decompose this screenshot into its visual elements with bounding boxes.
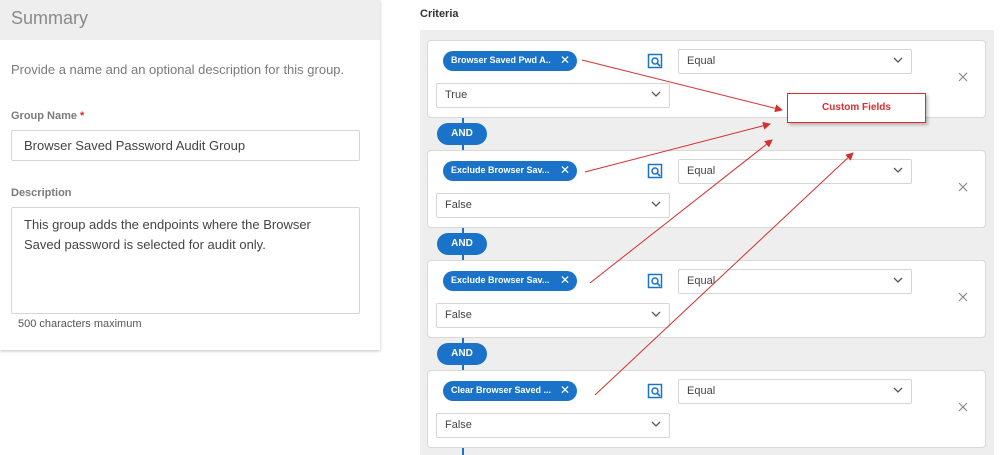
remove-row-icon[interactable] <box>957 71 969 83</box>
and-button[interactable]: AND <box>437 233 487 255</box>
page: Summary Provide a name and an optional d… <box>0 0 1000 455</box>
field-chip-label: Exclude Browser Sav... <box>451 275 550 285</box>
group-name-label-text: Group Name <box>11 110 78 122</box>
operator-select[interactable]: Equal <box>678 379 912 404</box>
remove-row-icon[interactable] <box>957 401 969 413</box>
field-lookup-icon[interactable] <box>647 53 663 69</box>
value-text: False <box>445 419 472 431</box>
operator-select[interactable]: Equal <box>678 159 912 184</box>
chevron-down-icon <box>651 201 661 207</box>
field-lookup-icon[interactable] <box>647 383 663 399</box>
summary-panel: Summary Provide a name and an optional d… <box>0 0 380 350</box>
operator-value: Equal <box>687 385 716 397</box>
operator-select[interactable]: Equal <box>678 269 912 294</box>
criteria-label: Criteria <box>420 8 459 20</box>
value-select[interactable]: True <box>436 83 670 108</box>
chevron-down-icon <box>651 91 661 97</box>
operator-value: Equal <box>687 275 716 287</box>
chevron-down-icon <box>893 167 903 173</box>
operator-value: Equal <box>687 55 716 67</box>
required-mark: * <box>80 110 85 122</box>
chevron-down-icon <box>651 311 661 317</box>
field-chip[interactable]: Clear Browser Saved ... ✕ <box>443 381 577 401</box>
field-chip[interactable]: Exclude Browser Sav... ✕ <box>443 161 577 181</box>
chevron-down-icon <box>893 277 903 283</box>
value-select[interactable]: False <box>436 193 670 218</box>
summary-intro: Provide a name and an optional descripti… <box>11 62 345 77</box>
summary-title: Summary <box>11 8 89 28</box>
description-label: Description <box>11 187 72 199</box>
chevron-down-icon <box>651 421 661 427</box>
group-name-input[interactable] <box>11 130 360 161</box>
summary-header: Summary <box>0 0 380 40</box>
chip-close-icon[interactable]: ✕ <box>560 274 570 286</box>
field-lookup-icon[interactable] <box>647 163 663 179</box>
and-button[interactable]: AND <box>437 343 487 365</box>
field-chip-label: Browser Saved Pwd A... <box>451 55 551 65</box>
remove-row-icon[interactable] <box>957 291 969 303</box>
criteria-row: Clear Browser Saved ... ✕ Equal False <box>427 370 986 448</box>
value-text: True <box>445 89 468 101</box>
chip-close-icon[interactable]: ✕ <box>560 54 570 66</box>
criteria-row: Exclude Browser Sav... ✕ Equal False <box>427 260 986 338</box>
and-button[interactable]: AND <box>437 123 487 145</box>
chevron-down-icon <box>893 387 903 393</box>
description-textarea[interactable]: This group adds the endpoints where the … <box>11 207 360 314</box>
field-chip-label: Exclude Browser Sav... <box>451 165 550 175</box>
value-select[interactable]: False <box>436 413 670 438</box>
operator-select[interactable]: Equal <box>678 49 912 74</box>
field-chip[interactable]: Exclude Browser Sav... ✕ <box>443 271 577 291</box>
remove-row-icon[interactable] <box>957 181 969 193</box>
value-text: False <box>445 309 472 321</box>
criteria-row: Exclude Browser Sav... ✕ Equal False <box>427 150 986 228</box>
value-select[interactable]: False <box>436 303 670 328</box>
field-chip[interactable]: Browser Saved Pwd A... ✕ <box>443 51 577 71</box>
operator-value: Equal <box>687 165 716 177</box>
custom-fields-callout: Custom Fields <box>787 93 926 123</box>
group-name-label: Group Name * <box>11 110 84 122</box>
field-chip-label: Clear Browser Saved ... <box>451 385 551 395</box>
chip-close-icon[interactable]: ✕ <box>560 384 570 396</box>
char-limit-hint: 500 characters maximum <box>18 318 142 330</box>
chevron-down-icon <box>893 57 903 63</box>
field-lookup-icon[interactable] <box>647 273 663 289</box>
chip-close-icon[interactable]: ✕ <box>560 164 570 176</box>
value-text: False <box>445 199 472 211</box>
